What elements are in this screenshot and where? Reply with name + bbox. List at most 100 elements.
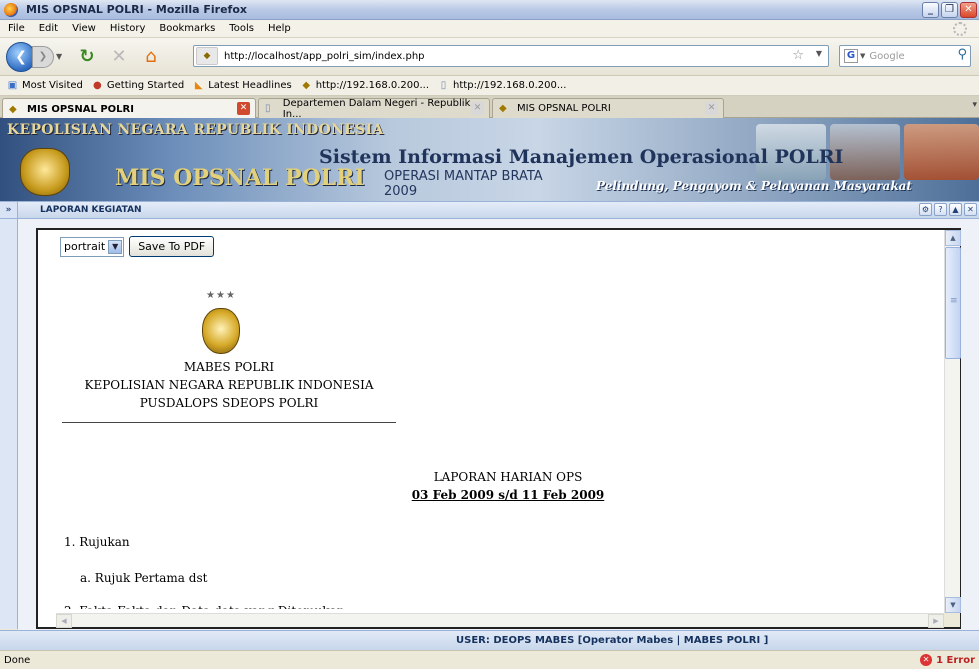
bookmark-label: Most Visited — [22, 80, 83, 91]
chevron-down-icon[interactable]: ▼ — [108, 239, 123, 254]
doc-header-line: MABES POLRI — [183, 360, 275, 374]
scroll-left-icon[interactable]: ◀ — [56, 614, 72, 628]
expand-sidebar-button[interactable]: » — [0, 202, 18, 218]
bookmark-label: Latest Headlines — [208, 80, 292, 91]
panel-tools: ⚙ ? ▲ ✕ — [919, 203, 977, 216]
forward-button[interactable]: ❯ — [32, 45, 54, 68]
maximize-button[interactable]: ❐ — [941, 2, 958, 18]
search-engine-dropdown-icon[interactable]: ▼ — [860, 52, 865, 60]
url-dropdown-icon[interactable]: ▼ — [816, 49, 822, 58]
tab-close-icon[interactable]: ✕ — [705, 102, 718, 115]
site-favicon-icon: ◆ — [9, 103, 17, 115]
home-icon[interactable]: ⌂ — [140, 46, 162, 68]
address-bar[interactable]: ◆ http://localhost/app_polri_sim/index.p… — [193, 45, 829, 67]
bookmark-label: http://192.168.0.200... — [453, 80, 567, 91]
document-header: MABES POLRI KEPOLISIAN NEGARA REPUBLIK I… — [62, 358, 396, 412]
scroll-thumb[interactable] — [945, 247, 961, 359]
vertical-scrollbar[interactable]: ▲ ▼ — [944, 230, 961, 613]
menu-edit[interactable]: Edit — [39, 23, 58, 34]
search-box[interactable]: G ▼ Google ⚲ — [839, 45, 971, 67]
report-controls: portrait ▼ Save To PDF — [60, 236, 215, 257]
tab-list-icon[interactable]: ▾ — [972, 100, 977, 110]
menu-file[interactable]: File — [8, 23, 25, 34]
polri-logo — [20, 148, 70, 196]
page-icon: ▯ — [440, 80, 447, 91]
stop-icon[interactable]: ✕ — [108, 46, 130, 68]
report-frame — [36, 228, 961, 629]
bookmark-most-visited[interactable]: ▣ Most Visited — [6, 79, 83, 92]
doc-header-line: KEPOLISIAN NEGARA REPUBLIK INDONESIA — [84, 378, 374, 392]
banner-operation: OPERASI MANTAP BRATA 2009 — [384, 169, 543, 199]
bookmark-local-1[interactable]: ◆ http://192.168.0.200... — [300, 79, 429, 92]
app-footer: USER: DEOPS MABES [Operator Mabes | MABE… — [0, 630, 979, 650]
gear-icon[interactable]: ⚙ — [919, 203, 932, 216]
site-favicon-icon: ◆ — [302, 80, 311, 91]
site-favicon-icon: ◆ — [499, 103, 507, 114]
site-identity-icon[interactable]: ◆ — [196, 47, 218, 65]
close-button[interactable]: ✕ — [960, 2, 977, 18]
getting-started-icon: ● — [93, 80, 102, 91]
doc-header-line: PUSDALOPS SDEOPS POLRI — [139, 396, 319, 410]
scroll-down-icon[interactable]: ▼ — [945, 597, 961, 613]
minimize-button[interactable]: _ — [922, 2, 939, 18]
navigation-toolbar: ❮ ❯ ▼ ↻ ✕ ⌂ ◆ http://localhost/app_polri… — [0, 38, 979, 76]
error-count: 1 Error — [936, 654, 975, 666]
app-banner: KEPOLISIAN NEGARA REPUBLIK INDONESIA MIS… — [0, 118, 979, 201]
tab-depdagri[interactable]: ▯ Departemen Dalam Negeri - Republik In.… — [258, 97, 490, 120]
report-item-1: 1. Rujukan — [64, 535, 130, 549]
save-to-pdf-button[interactable]: Save To PDF — [129, 236, 215, 257]
menu-help[interactable]: Help — [268, 23, 291, 34]
orientation-select[interactable]: portrait ▼ — [60, 236, 125, 257]
menu-history[interactable]: History — [110, 23, 146, 34]
bookmark-star-icon[interactable]: ☆ — [792, 48, 804, 63]
horizontal-scrollbar[interactable]: ◀ ▶ — [56, 613, 944, 628]
current-user: USER: DEOPS MABES [Operator Mabes | MABE… — [456, 635, 769, 646]
report-item-1a: a. Rujuk Pertama dst — [80, 571, 208, 585]
window-titlebar: MIS OPSNAL POLRI - Mozilla Firefox _ ❐ ✕ — [0, 0, 979, 20]
search-icon[interactable]: ⚲ — [957, 47, 967, 62]
tab-close-icon[interactable]: ✕ — [237, 102, 250, 115]
panel-header: » LAPORAN KEGIATAN ⚙ ? ▲ ✕ — [0, 201, 979, 219]
collapsed-sidebar[interactable] — [0, 219, 18, 629]
firefox-icon — [4, 2, 18, 17]
collapse-icon[interactable]: ▲ — [949, 203, 962, 216]
most-visited-icon: ▣ — [7, 80, 18, 91]
tab-label: Departemen Dalam Negeri - Republik In... — [282, 97, 471, 120]
header-divider — [62, 422, 396, 423]
bookmark-local-2[interactable]: ▯ http://192.168.0.200... — [437, 79, 567, 92]
scroll-up-icon[interactable]: ▲ — [945, 230, 961, 246]
page-icon: ▯ — [265, 103, 271, 114]
window-controls: _ ❐ ✕ — [922, 2, 977, 18]
help-icon[interactable]: ? — [934, 203, 947, 216]
report-title: LAPORAN HARIAN OPS — [433, 470, 583, 484]
error-icon: ✕ — [920, 654, 933, 666]
polri-emblem-icon: ★★★ — [198, 290, 244, 356]
banner-system-name: Sistem Informasi Manajemen Operasional P… — [319, 146, 844, 168]
bookmark-getting-started[interactable]: ● Getting Started — [91, 79, 184, 92]
error-indicator[interactable]: ✕ 1 Error — [920, 654, 975, 666]
menu-bar: File Edit View History Bookmarks Tools H… — [0, 20, 979, 38]
url-text[interactable]: http://localhost/app_polri_sim/index.php — [224, 51, 425, 62]
banner-app-name: MIS OPSNAL POLRI — [115, 165, 365, 191]
report-heading: LAPORAN HARIAN OPS 03 Feb 2009 s/d 11 Fe… — [378, 468, 638, 504]
reload-icon[interactable]: ↻ — [76, 46, 98, 68]
tab-label: MIS OPSNAL POLRI — [27, 103, 134, 115]
tab-mis-opsnal[interactable]: ◆ MIS OPSNAL POLRI ✕ — [492, 98, 724, 118]
scroll-right-icon[interactable]: ▶ — [928, 614, 944, 628]
history-dropdown-icon[interactable]: ▼ — [56, 52, 66, 61]
status-bar: Done ✕ 1 Error — [0, 650, 979, 669]
bookmark-label: http://192.168.0.200... — [315, 80, 430, 91]
tab-bar: ◆ MIS OPSNAL POLRI ✕ ▯ Departemen Dalam … — [0, 96, 979, 120]
close-icon[interactable]: ✕ — [964, 203, 977, 216]
banner-org-name: KEPOLISIAN NEGARA REPUBLIK INDONESIA — [7, 122, 384, 138]
menu-tools[interactable]: Tools — [229, 23, 254, 34]
tab-mis-opsnal-active[interactable]: ◆ MIS OPSNAL POLRI ✕ — [2, 98, 256, 119]
menu-view[interactable]: View — [72, 23, 96, 34]
menu-bookmarks[interactable]: Bookmarks — [159, 23, 215, 34]
tab-close-icon[interactable]: ✕ — [471, 102, 484, 115]
bookmark-latest-headlines[interactable]: ◣ Latest Headlines — [192, 79, 292, 92]
scroll-corner — [944, 613, 960, 627]
search-engine-icon[interactable]: G — [844, 49, 858, 63]
window-title: MIS OPSNAL POLRI - Mozilla Firefox — [26, 3, 247, 16]
search-placeholder[interactable]: Google — [869, 51, 904, 62]
